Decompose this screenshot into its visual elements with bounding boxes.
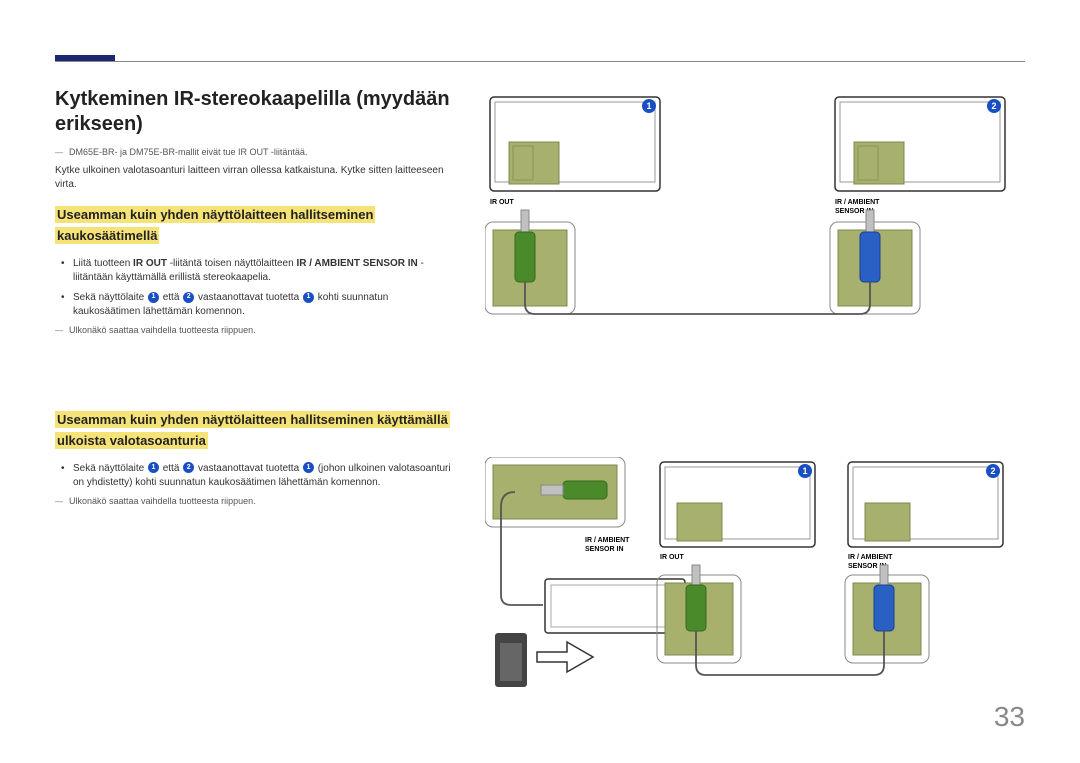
svg-text:IR / AMBIENT: IR / AMBIENT xyxy=(848,554,893,561)
svg-text:1: 1 xyxy=(802,466,807,476)
svg-text:IR OUT: IR OUT xyxy=(490,199,514,206)
list-item: Liitä tuotteen IR OUT -liitäntä toisen n… xyxy=(73,257,455,285)
page-number: 33 xyxy=(994,701,1025,733)
section2-heading: Useamman kuin yhden näyttölaitteen halli… xyxy=(55,411,450,449)
badge-1-icon: 1 xyxy=(148,292,159,303)
page-title: Kytkeminen IR-stereokaapelilla (myydään … xyxy=(55,87,455,137)
badge-1-icon: 1 xyxy=(303,462,314,473)
section1-heading: Useamman kuin yhden näyttölaitteen halli… xyxy=(55,206,375,244)
list-item: Sekä näyttölaite 1 että 2 vastaanottavat… xyxy=(73,291,455,319)
badge-2-icon: 2 xyxy=(183,462,194,473)
header-divider xyxy=(55,61,1025,62)
svg-text:IR OUT: IR OUT xyxy=(660,554,684,561)
badge-2-icon: 2 xyxy=(183,292,194,303)
svg-text:IR / AMBIENT: IR / AMBIENT xyxy=(585,537,630,544)
section2-note: Ulkonäkö saattaa vaihdella tuotteesta ri… xyxy=(55,496,455,507)
svg-text:IR / AMBIENT: IR / AMBIENT xyxy=(835,199,880,206)
svg-text:2: 2 xyxy=(990,466,995,476)
badge-1-icon: 1 xyxy=(303,292,314,303)
section2-bullets: Sekä näyttölaite 1 että 2 vastaanottavat… xyxy=(55,462,455,490)
svg-text:SENSOR IN: SENSOR IN xyxy=(585,546,624,553)
model-note: DM65E-BR- ja DM75E-BR-mallit eivät tue I… xyxy=(55,147,455,158)
list-item: Sekä näyttölaite 1 että 2 vastaanottavat… xyxy=(73,462,455,490)
svg-text:2: 2 xyxy=(991,101,996,111)
diagram-column: 1 IR OUT 2 IR / AMBIENT SENSOR IN xyxy=(485,87,1025,692)
section1-bullets: Liitä tuotteen IR OUT -liitäntä toisen n… xyxy=(55,257,455,319)
diagram-2: IR / AMBIENT SENSOR IN xyxy=(485,457,1025,692)
badge-1-icon: 1 xyxy=(148,462,159,473)
intro-text: Kytke ulkoinen valotasoanturi laitteen v… xyxy=(55,164,455,191)
svg-text:1: 1 xyxy=(646,101,651,111)
text-column: Kytkeminen IR-stereokaapelilla (myydään … xyxy=(55,87,455,692)
section1-note: Ulkonäkö saattaa vaihdella tuotteesta ri… xyxy=(55,325,455,336)
diagram-1: 1 IR OUT 2 IR / AMBIENT SENSOR IN xyxy=(485,92,1025,322)
